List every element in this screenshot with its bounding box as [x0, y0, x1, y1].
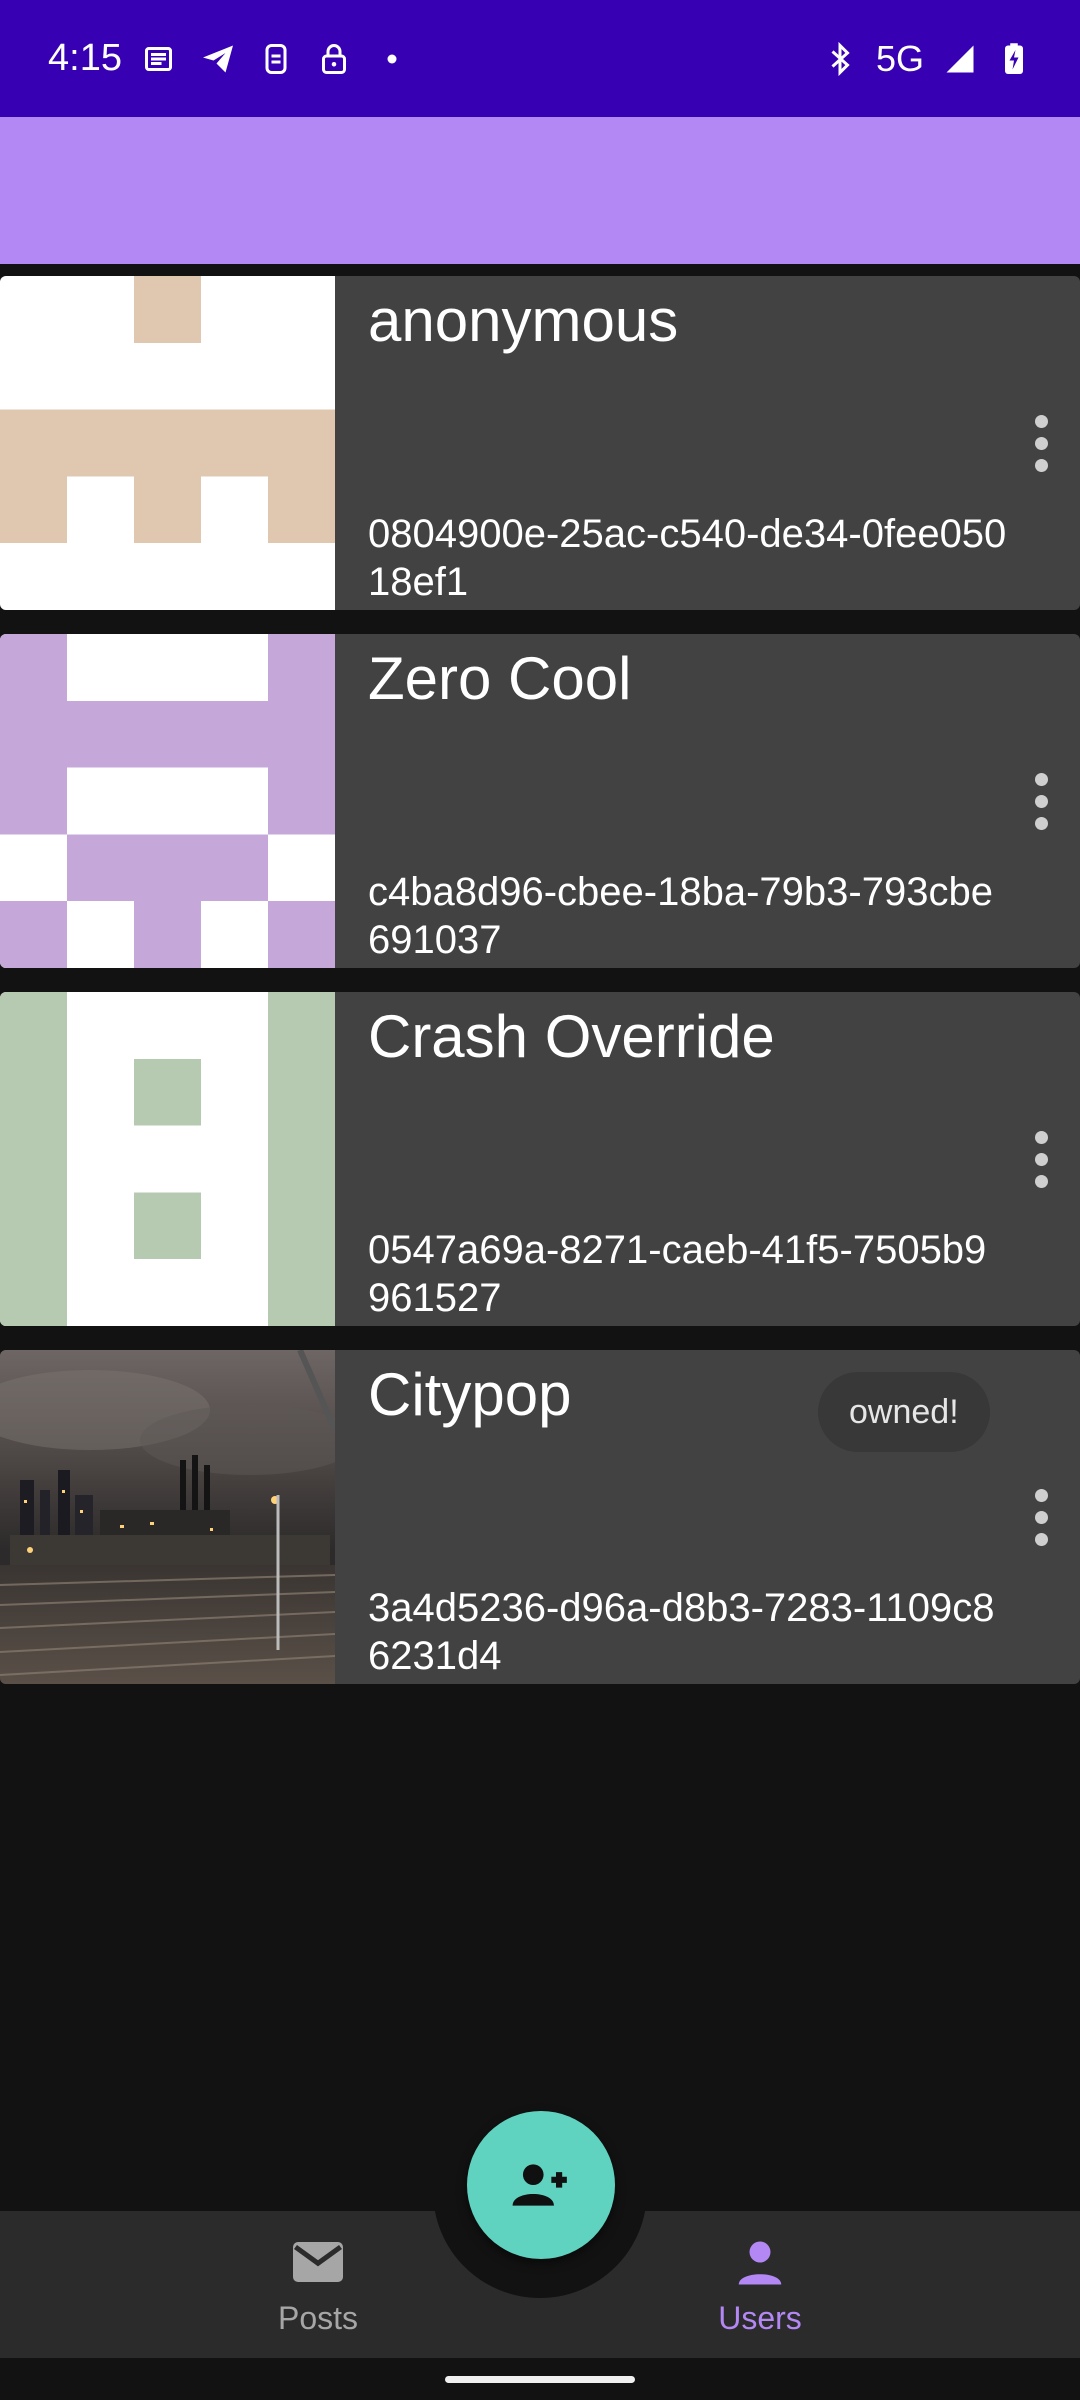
nav-label-posts: Posts [277, 2300, 359, 2336]
status-time: 4:15 [48, 37, 122, 79]
dot-icon [374, 41, 410, 77]
person-icon [738, 2241, 782, 2285]
news-icon [142, 41, 178, 77]
dot-icon [1034, 1488, 1048, 1502]
gesture-navigation-bar[interactable] [445, 2376, 635, 2383]
user-name: Crash Override [368, 1003, 775, 1070]
user-card[interactable]: anonymous 0804900e-25ac-c540-de34-0fee05… [0, 276, 1080, 610]
dot-icon [1034, 772, 1048, 786]
more-options-button[interactable] [1016, 764, 1066, 838]
sim-icon [258, 41, 294, 77]
user-card[interactable]: Zero Cool c4ba8d96-cbee-18ba-79b3-793cbe… [0, 634, 1080, 968]
owned-badge: owned! [818, 1372, 990, 1452]
dot-icon [1034, 414, 1048, 428]
dot-icon [1034, 816, 1048, 830]
dot-icon [1034, 1532, 1048, 1546]
person-add-icon [512, 2164, 567, 2206]
battery-charging-icon [996, 41, 1032, 77]
add-user-button[interactable] [467, 2111, 615, 2259]
user-id: 0547a69a-8271-caeb-41f5-7505b9961527 [368, 1228, 987, 1320]
dot-icon [1034, 1152, 1048, 1166]
network-type: 5G [875, 37, 924, 79]
user-id: c4ba8d96-cbee-18ba-79b3-793cbe691037 [368, 870, 993, 962]
mail-icon [293, 2242, 343, 2282]
avatar [0, 992, 335, 1326]
user-name: Citypop [368, 1361, 572, 1428]
more-options-button[interactable] [1016, 1480, 1066, 1554]
dot-icon [1034, 436, 1048, 450]
dot-icon [1034, 1510, 1048, 1524]
notification-icons [142, 41, 410, 77]
app-bar [0, 117, 1080, 264]
user-id: 0804900e-25ac-c540-de34-0fee05018ef1 [368, 512, 1007, 604]
status-bar: 4:15 5G [0, 0, 1080, 117]
lock-icon [316, 41, 352, 77]
user-card[interactable]: Crash Override 0547a69a-8271-caeb-41f5-7… [0, 992, 1080, 1326]
more-options-button[interactable] [1016, 1122, 1066, 1196]
dot-icon [1034, 794, 1048, 808]
signal-icon [942, 41, 978, 77]
bluetooth-icon [822, 41, 858, 77]
telegram-icon [200, 41, 236, 77]
dot-icon [1034, 458, 1048, 472]
nav-item-posts[interactable]: Posts [168, 2232, 468, 2337]
dot-icon [1034, 1174, 1048, 1188]
user-name: anonymous [368, 287, 679, 354]
avatar [0, 634, 335, 968]
nav-label-users: Users [718, 2300, 802, 2336]
avatar-photo [0, 1350, 335, 1684]
user-card[interactable]: Citypop owned! 3a4d5236-d96a-d8b3-7283-1… [0, 1350, 1080, 1684]
system-icons: 5G [822, 38, 1032, 80]
more-options-button[interactable] [1016, 406, 1066, 480]
avatar [0, 276, 335, 610]
user-name: Zero Cool [368, 645, 632, 712]
dot-icon [1034, 1130, 1048, 1144]
nav-item-users[interactable]: Users [610, 2232, 910, 2337]
user-id: 3a4d5236-d96a-d8b3-7283-1109c86231d4 [368, 1586, 995, 1678]
